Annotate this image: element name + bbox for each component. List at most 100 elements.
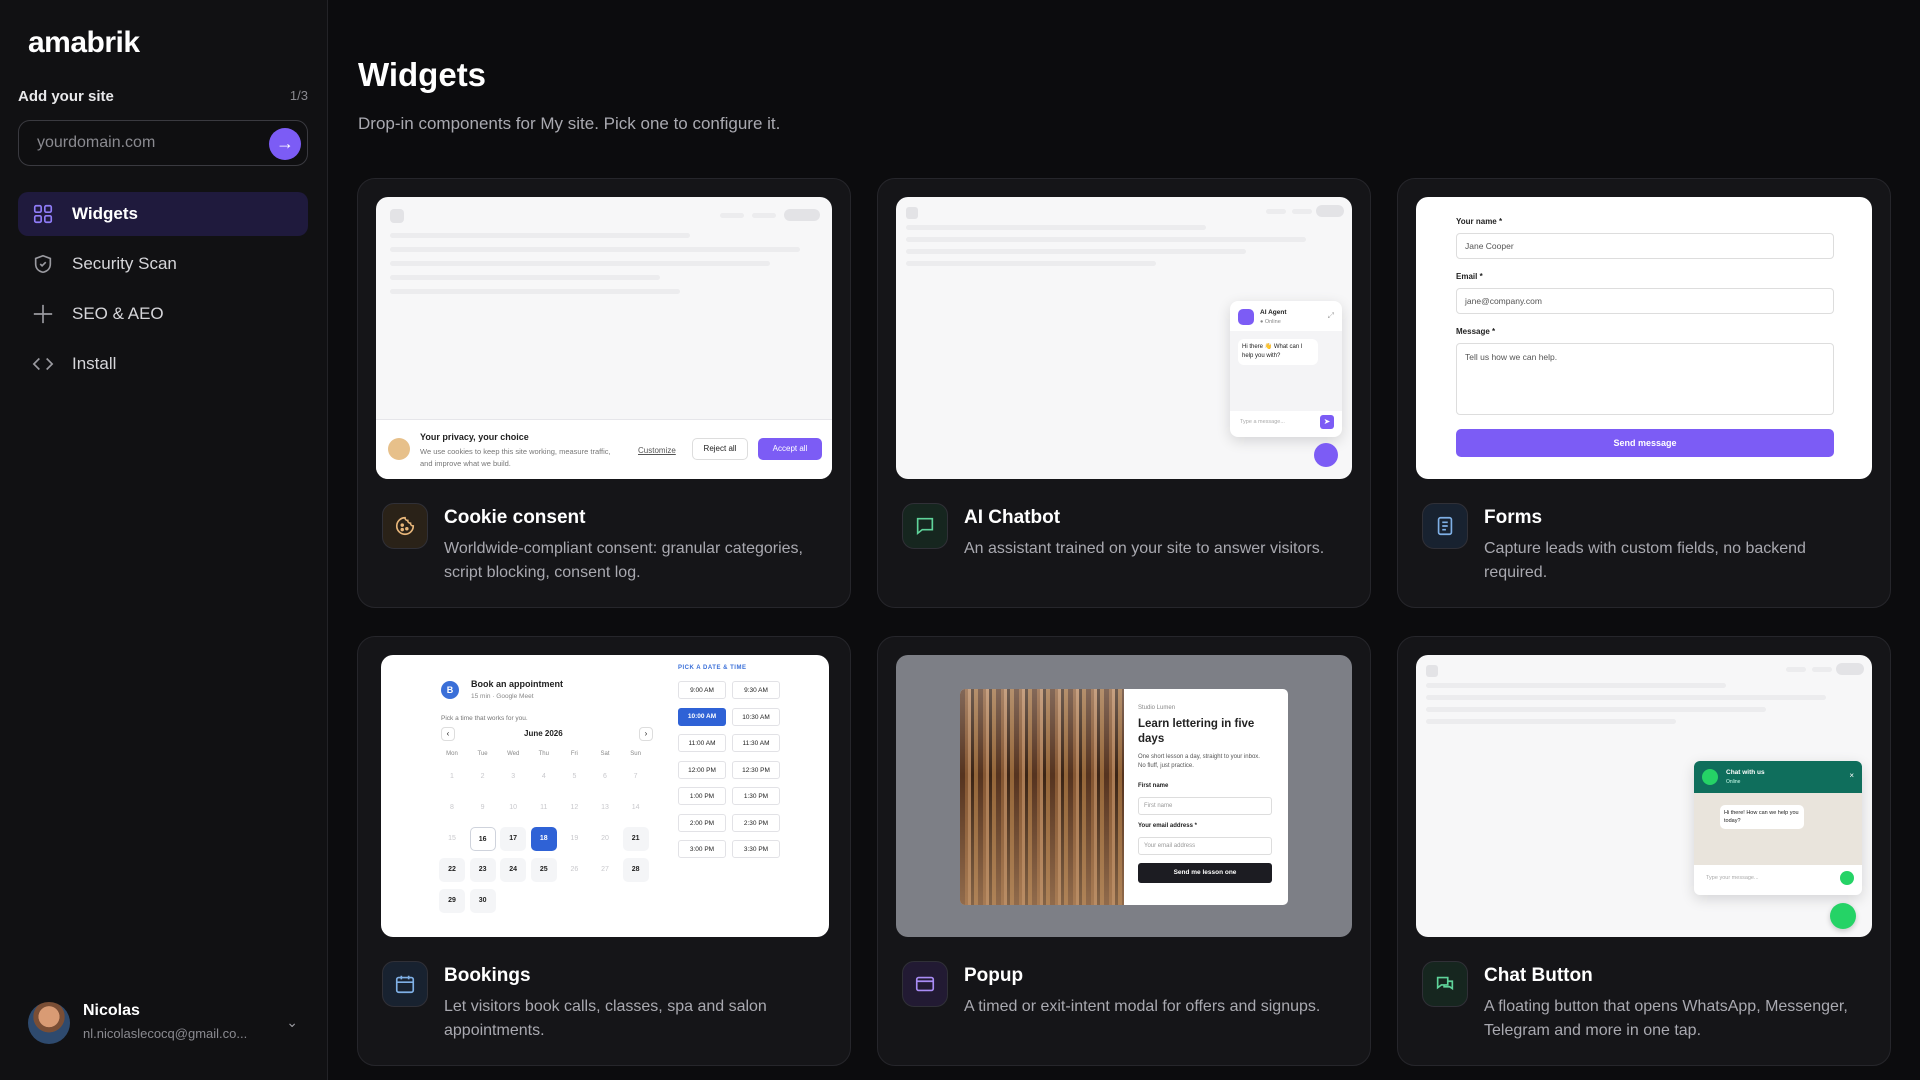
widget-card-cookie-consent[interactable]: Your privacy, your choice We use cookies… xyxy=(357,178,851,608)
whatsapp-floating-button[interactable] xyxy=(1830,903,1856,929)
prev-month-button[interactable]: ‹ xyxy=(441,727,455,741)
pick-label: PICK A DATE & TIME xyxy=(678,665,747,671)
time-slot[interactable]: 3:30 PM xyxy=(732,840,780,858)
calendar-day[interactable]: 24 xyxy=(500,858,527,882)
time-slot[interactable]: 3:00 PM xyxy=(678,840,726,858)
skeleton-pill xyxy=(784,209,820,221)
calendar-day-selected[interactable]: 18 xyxy=(530,827,557,851)
sidebar-item-widgets[interactable]: Widgets xyxy=(18,192,308,236)
time-slot[interactable]: 9:00 AM xyxy=(678,681,726,699)
submit-domain-button[interactable]: → xyxy=(269,128,301,160)
chat-status: Online xyxy=(1726,779,1741,785)
calendar-day: 13 xyxy=(601,804,609,811)
accept-all-button[interactable]: Accept all xyxy=(758,438,822,460)
calendar-day[interactable]: 23 xyxy=(469,858,496,882)
widget-card-ai-chatbot[interactable]: AI Agent ● Online ⤢ Hi there 👋 What can … xyxy=(877,178,1371,608)
time-slot[interactable]: 9:30 AM xyxy=(732,681,780,699)
calendar-day[interactable]: 29 xyxy=(439,889,465,913)
email-field[interactable]: Your email address xyxy=(1138,837,1272,855)
chat-title: Chat with us xyxy=(1726,769,1765,776)
chat-body: Hi there! How can we help you today? xyxy=(1694,793,1862,865)
calendar-day[interactable]: 21 xyxy=(622,827,649,851)
chat-window: AI Agent ● Online ⤢ Hi there 👋 What can … xyxy=(1230,301,1342,437)
card-description: Worldwide-compliant consent: granular ca… xyxy=(444,540,803,581)
library-image xyxy=(960,689,1124,905)
first-name-field[interactable]: First name xyxy=(1138,797,1272,815)
calendar-day[interactable]: 22 xyxy=(439,858,465,882)
sidebar-nav: Widgets Security Scan SEO & AEO Install xyxy=(18,192,308,392)
expand-icon[interactable]: ⤢ xyxy=(1328,311,1334,321)
skeleton-pill xyxy=(1316,205,1344,217)
chat-launcher-button[interactable] xyxy=(1314,443,1338,467)
booking-meta: 15 min · Google Meet xyxy=(471,693,534,700)
customize-link[interactable]: Customize xyxy=(638,446,676,455)
card-description: Let visitors book calls, classes, spa an… xyxy=(444,998,767,1039)
chat-button-icon xyxy=(1436,976,1454,991)
time-slot[interactable]: 11:00 AM xyxy=(678,734,726,752)
sidebar-item-security-scan[interactable]: Security Scan xyxy=(18,242,308,286)
send-lesson-button[interactable]: Send me lesson one xyxy=(1138,863,1272,883)
user-menu[interactable]: Nicolas nl.nicolaslecocq@gmail.co... ⌄ xyxy=(28,998,298,1048)
widget-card-bookings[interactable]: B Book an appointment 15 min · Google Me… xyxy=(357,636,851,1066)
calendar-day[interactable]: 30 xyxy=(469,889,496,913)
domain-input[interactable] xyxy=(37,121,257,164)
send-icon[interactable]: ➤ xyxy=(1320,415,1334,429)
time-slot[interactable]: 11:30 AM xyxy=(732,734,780,752)
widget-card-popup[interactable]: Studio Lumen Learn lettering in five day… xyxy=(877,636,1371,1066)
popup-modal: Studio Lumen Learn lettering in five day… xyxy=(960,689,1288,905)
time-slot[interactable]: 12:30 PM xyxy=(732,760,780,779)
skeleton-line xyxy=(1426,719,1676,724)
reject-all-button[interactable]: Reject all xyxy=(692,438,748,460)
time-slot[interactable]: 2:00 PM xyxy=(678,813,726,832)
time-slot[interactable]: 1:00 PM xyxy=(678,787,726,805)
time-slot[interactable]: 10:30 AM xyxy=(732,707,780,726)
time-slot[interactable]: 12:00 PM xyxy=(678,760,726,779)
chat-message: Hi there! How can we help you today? xyxy=(1720,805,1804,829)
popup-brand: Studio Lumen xyxy=(1138,705,1176,711)
calendar-day[interactable]: 17 xyxy=(500,827,527,851)
host-avatar: B xyxy=(441,681,459,699)
skeleton-line xyxy=(906,225,1206,230)
card-title: AI Chatbot xyxy=(964,507,1061,528)
calendar-day: 27 xyxy=(601,866,609,873)
card-title: Chat Button xyxy=(1484,965,1593,986)
skeleton-line xyxy=(906,249,1246,254)
cookie-banner: Your privacy, your choice We use cookies… xyxy=(376,419,832,479)
skeleton-line xyxy=(390,289,680,294)
card-description: A floating button that opens WhatsApp, M… xyxy=(1484,998,1848,1039)
calendar-day: 9 xyxy=(480,804,485,811)
send-icon[interactable] xyxy=(1840,871,1854,885)
skeleton-line xyxy=(720,213,744,218)
close-icon[interactable]: × xyxy=(1849,771,1854,780)
sidebar-item-seo-aeo[interactable]: SEO & AEO xyxy=(18,292,308,336)
next-month-button[interactable]: › xyxy=(639,727,653,741)
preview-dot xyxy=(390,209,404,223)
widget-card-forms[interactable]: Your name * Jane Cooper Email * jane@com… xyxy=(1397,178,1891,608)
sidebar-item-install[interactable]: Install xyxy=(18,342,308,386)
email-field[interactable]: jane@company.com xyxy=(1456,288,1834,314)
time-slot[interactable]: 1:30 PM xyxy=(732,787,780,805)
skeleton-pill xyxy=(1836,663,1864,675)
name-field[interactable]: Jane Cooper xyxy=(1456,233,1834,259)
chat-input[interactable]: Type a message... xyxy=(1240,419,1285,425)
email-label: Your email address * xyxy=(1138,823,1197,829)
widget-card-chat-button[interactable]: Chat with us Online × Hi there! How can … xyxy=(1397,636,1891,1066)
time-slot-selected[interactable]: 10:00 AM xyxy=(678,707,726,726)
calendar-day[interactable]: 25 xyxy=(530,858,557,882)
calendar-day[interactable]: 16 xyxy=(469,827,496,851)
weekday-label: Wed xyxy=(507,751,520,757)
card-description: Capture leads with custom fields, no bac… xyxy=(1484,540,1806,581)
skeleton-line xyxy=(1426,683,1726,688)
skeleton-line xyxy=(1812,667,1832,672)
skeleton-line xyxy=(390,233,690,238)
cookie-icon xyxy=(395,516,415,536)
calendar-month: June 2026 xyxy=(524,729,563,738)
grid-icon xyxy=(33,204,53,224)
calendar-day[interactable]: 28 xyxy=(622,858,649,882)
time-slot[interactable]: 2:30 PM xyxy=(732,813,780,832)
chat-input[interactable]: Type your message... xyxy=(1706,875,1759,881)
send-message-button[interactable]: Send message xyxy=(1456,429,1834,457)
message-field[interactable]: Tell us how we can help. xyxy=(1456,343,1834,415)
chat-header: Chat with us Online × xyxy=(1694,761,1862,793)
add-site-header: Add your site 1/3 xyxy=(18,88,308,105)
